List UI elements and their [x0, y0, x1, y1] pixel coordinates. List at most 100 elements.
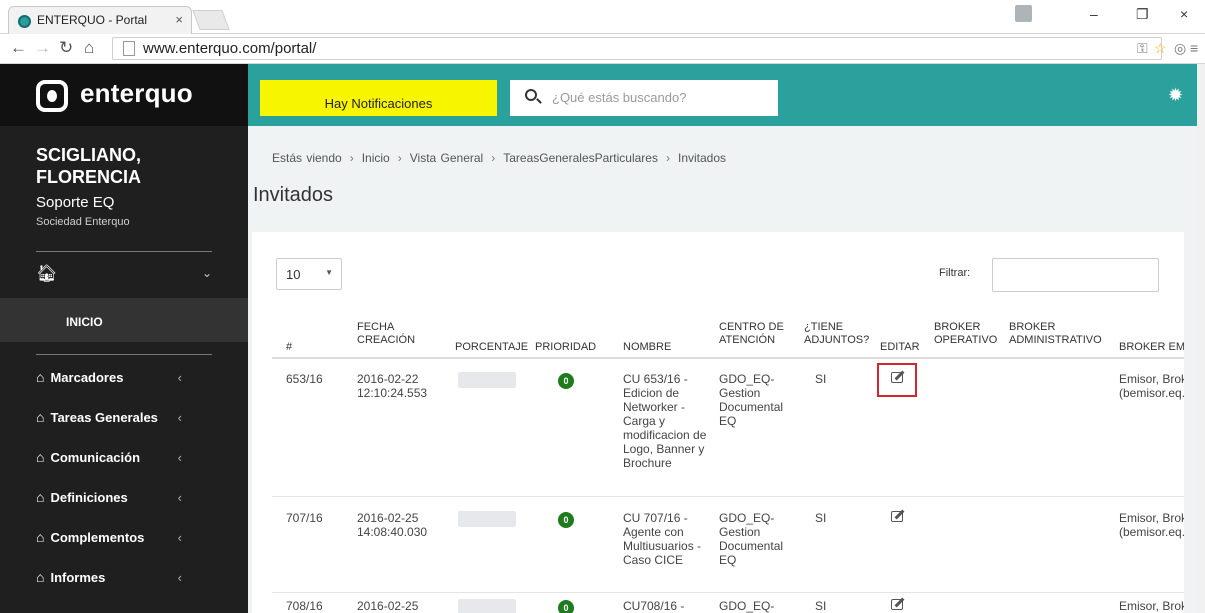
bookmark-star-icon[interactable]: ☆: [1154, 40, 1167, 57]
sidebar-item-inicio[interactable]: INICIO: [0, 298, 248, 342]
edit-icon[interactable]: [891, 597, 907, 611]
filter-input[interactable]: [992, 258, 1159, 292]
address-bar-row: ← → ↻ ⌂ www.enterquo.com/portal/ ⚿ ☆ ◎ ≡: [0, 34, 1205, 64]
search-input[interactable]: ¿Qué estás buscando?: [510, 80, 778, 116]
caret-down-icon: ▼: [325, 268, 333, 277]
row-name: CU 707/16 - Agente con Multiusuarios - C…: [623, 511, 702, 567]
sidebar-home-toggle[interactable]: 🏠︎ ⌄: [36, 264, 212, 288]
row-id: 653/16: [286, 372, 323, 386]
column-header[interactable]: BROKER EMISO: [1119, 341, 1184, 354]
search-placeholder: ¿Qué estás buscando?: [552, 90, 687, 105]
table-panel: 10 ▼ Filtrar: # FECHA CREACIÓN PORCENTAJ…: [252, 232, 1184, 613]
sidebar-item-label: Tareas Generales: [50, 410, 158, 425]
logo-mark-icon: [36, 80, 68, 112]
sidebar-item-label: Marcadores: [50, 370, 124, 385]
table-header-divider: [272, 357, 1184, 359]
row-divider: [272, 496, 1184, 497]
maximize-button[interactable]: ❐: [1136, 6, 1149, 23]
user-company: Sociedad Enterquo: [36, 216, 130, 228]
profile-icon[interactable]: [1015, 5, 1032, 22]
edit-highlight: [877, 363, 917, 397]
home-icon: ⌂: [36, 369, 45, 385]
logo-text: enterquo: [80, 78, 193, 108]
row-broker-emisor-email: (bemisor.eq.g: [1119, 525, 1184, 539]
sidebar-item-label: Definiciones: [50, 490, 128, 505]
column-header[interactable]: #: [286, 341, 292, 354]
forward-icon[interactable]: →: [34, 38, 51, 58]
scrollbar[interactable]: [1197, 64, 1205, 613]
breadcrumb-item[interactable]: Inicio: [362, 151, 390, 165]
breadcrumb-item[interactable]: Vista General: [410, 151, 484, 165]
home-icon: 🏠︎: [36, 264, 58, 283]
sidebar-item-label: Complementos: [50, 530, 145, 545]
column-header[interactable]: BROKER ADMINISTRATIVO: [1009, 321, 1104, 347]
close-window-button[interactable]: ×: [1180, 6, 1188, 22]
browser-tab-strip: ENTERQUO - Portal × – ❐ ×: [0, 0, 1205, 34]
user-info: SCIGLIANO, FLORENCIA Soporte EQ Sociedad…: [36, 144, 186, 228]
user-name: SCIGLIANO, FLORENCIA: [36, 145, 142, 187]
row-date: 2016-02-25: [357, 511, 419, 525]
tab-title: ENTERQUO - Portal: [37, 13, 148, 27]
page-title: Invitados: [253, 184, 334, 206]
breadcrumb-item: Invitados: [677, 151, 727, 165]
sidebar-divider: [36, 251, 212, 252]
row-broker-emisor: Emisor, Broke: [1119, 599, 1184, 613]
sidebar-item-definiciones[interactable]: ⌂ Definiciones ‹: [36, 489, 212, 511]
chevron-left-icon: ‹: [177, 450, 182, 465]
sidebar-item-tareas-generales[interactable]: ⌂ Tareas Generales ‹: [36, 409, 212, 431]
home-icon: ⌂: [36, 449, 45, 465]
row-center: GDO_EQ-: [719, 599, 775, 613]
url-input[interactable]: www.enterquo.com/portal/: [112, 37, 1162, 60]
sidebar-divider: [36, 354, 212, 355]
reload-icon[interactable]: ↻: [59, 38, 73, 58]
column-header[interactable]: FECHA CREACIÓN: [357, 321, 417, 347]
enterquo-favicon-icon: [18, 15, 31, 28]
new-tab-button[interactable]: [192, 10, 230, 30]
user-role: Soporte EQ: [36, 194, 115, 211]
extension-icon[interactable]: ◎: [1174, 40, 1186, 57]
sidebar-item-informes[interactable]: ⌂ Informes ‹: [36, 569, 212, 591]
progress-bar: [458, 511, 516, 527]
browser-tab[interactable]: ENTERQUO - Portal ×: [8, 6, 192, 34]
menu-icon[interactable]: ≡: [1190, 40, 1198, 56]
url-text: www.enterquo.com/portal/: [143, 40, 317, 57]
column-header[interactable]: ¿TIENE ADJUNTOS?: [804, 321, 869, 347]
row-center: GDO_EQ- Gestion Documental EQ: [719, 511, 784, 567]
gear-icon[interactable]: ✹: [1168, 85, 1183, 106]
chevron-left-icon: ‹: [177, 490, 182, 505]
column-header[interactable]: BROKER OPERATIVO: [934, 321, 999, 347]
row-name: CU 653/16 - Edicion de Networker - Carga…: [623, 372, 707, 470]
key-icon[interactable]: ⚿: [1137, 40, 1148, 57]
breadcrumb-item[interactable]: TareasGeneralesParticulares: [503, 151, 658, 165]
enterquo-logo[interactable]: enterquo: [0, 64, 248, 126]
column-header[interactable]: EDITAR: [880, 341, 920, 354]
row-attachments: SI: [815, 511, 827, 525]
minimize-button[interactable]: –: [1090, 6, 1098, 22]
home-icon: ⌂: [36, 569, 45, 585]
edit-icon[interactable]: [891, 509, 907, 523]
column-header[interactable]: PRIORIDAD: [535, 341, 596, 354]
breadcrumb-prefix: Estás viendo: [272, 151, 342, 165]
column-header[interactable]: PORCENTAJE: [455, 341, 528, 354]
app-header: enterquo Hay Notificaciones ¿Qué estás b…: [0, 64, 1205, 126]
back-icon[interactable]: ←: [10, 38, 27, 58]
sidebar-item-complementos[interactable]: ⌂ Complementos ‹: [36, 529, 212, 551]
row-id: 707/16: [286, 511, 323, 525]
column-header[interactable]: NOMBRE: [623, 341, 671, 354]
column-header[interactable]: CENTRO DE ATENCIÓN: [719, 321, 789, 347]
row-divider: [272, 592, 1184, 593]
row-name: CU708/16 -: [623, 599, 685, 613]
home-icon: ⌂: [36, 409, 45, 425]
sidebar-item-comunicacion[interactable]: ⌂ Comunicación ‹: [36, 449, 212, 471]
page-length-select[interactable]: 10 ▼: [276, 258, 342, 290]
tab-close-icon[interactable]: ×: [175, 12, 183, 27]
priority-badge: 0: [558, 600, 574, 613]
row-center: GDO_EQ- Gestion Documental EQ: [719, 372, 784, 428]
row-date: 2016-02-22: [357, 372, 419, 386]
sidebar: SCIGLIANO, FLORENCIA Soporte EQ Sociedad…: [0, 126, 248, 613]
sidebar-item-marcadores[interactable]: ⌂ Marcadores ‹: [36, 369, 212, 391]
sidebar-item-label: Informes: [50, 570, 106, 585]
chevron-left-icon: ‹: [177, 530, 182, 545]
home-icon[interactable]: ⌂: [84, 38, 94, 58]
notifications-button[interactable]: Hay Notificaciones: [260, 80, 497, 116]
